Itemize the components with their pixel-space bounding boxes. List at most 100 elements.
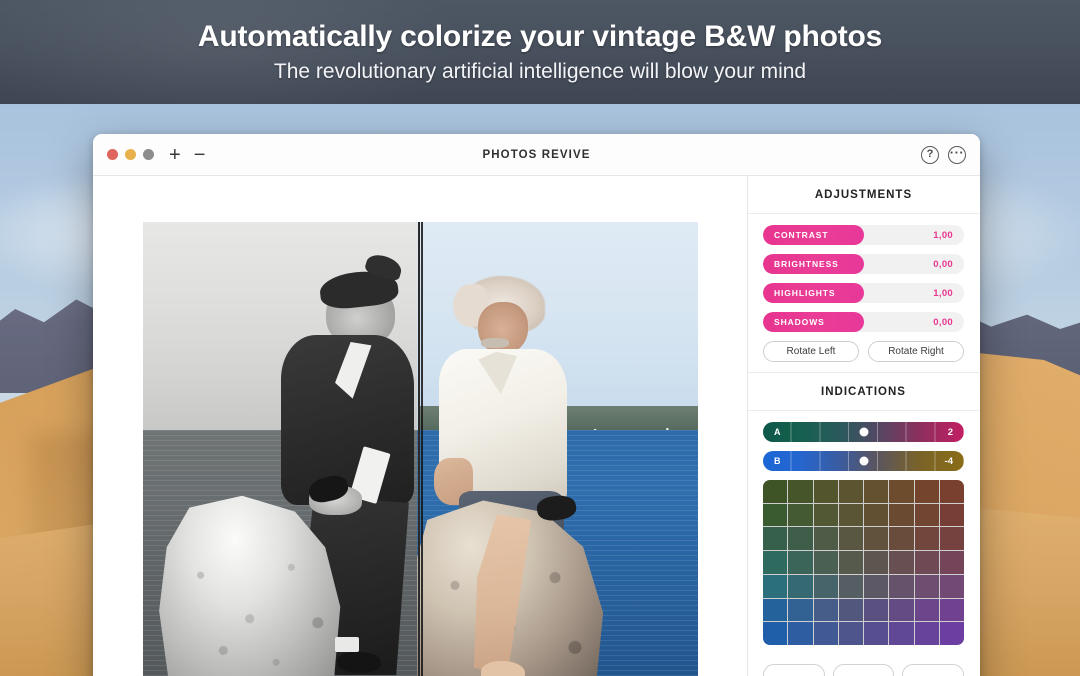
slider-shadows[interactable]: SHADOWS 0,00 [763, 312, 964, 332]
rotate-left-button[interactable]: Rotate Left [763, 341, 859, 362]
slider-brightness[interactable]: BRIGHTNESS 0,00 [763, 254, 964, 274]
panel-bottom-buttons [748, 655, 979, 676]
close-button[interactable] [107, 149, 118, 160]
photo-pole [417, 222, 421, 676]
promo-subtitle: The revolutionary artificial intelligenc… [273, 60, 807, 83]
action-2-button[interactable] [832, 664, 895, 676]
color-swatch[interactable] [864, 574, 889, 598]
color-swatch[interactable] [939, 480, 964, 503]
color-swatch[interactable] [864, 551, 889, 574]
color-swatch[interactable] [864, 480, 889, 503]
window-body: ADJUSTMENTS CONTRAST 1,00 BRIGHTNESS 0,0… [93, 176, 980, 676]
zoom-button[interactable] [143, 149, 154, 160]
slider-b[interactable]: B -4 [763, 451, 964, 471]
color-swatch[interactable] [914, 503, 939, 527]
color-swatch[interactable] [813, 527, 838, 551]
color-swatch[interactable] [889, 622, 914, 645]
minimize-button[interactable] [125, 149, 136, 160]
color-picker-grid[interactable] [763, 480, 964, 645]
color-swatch[interactable] [939, 503, 964, 527]
slider-a[interactable]: A 2 [763, 422, 964, 442]
color-swatch[interactable] [788, 598, 813, 622]
color-swatch[interactable] [838, 503, 863, 527]
color-swatch[interactable] [864, 503, 889, 527]
color-swatch[interactable] [788, 480, 813, 503]
indications-heading: INDICATIONS [748, 373, 979, 411]
color-swatch[interactable] [889, 503, 914, 527]
photo-canvas[interactable] [93, 176, 748, 676]
color-swatch[interactable] [939, 527, 964, 551]
color-swatch[interactable] [914, 622, 939, 645]
slider-label: BRIGHTNESS [774, 259, 839, 269]
slider-a-knob[interactable] [859, 427, 868, 437]
color-swatch[interactable] [939, 551, 964, 574]
color-swatch[interactable] [838, 598, 863, 622]
color-swatch[interactable] [889, 598, 914, 622]
color-swatch[interactable] [914, 574, 939, 598]
slider-value: 1,00 [933, 287, 953, 299]
color-swatch[interactable] [813, 503, 838, 527]
titlebar-tools: + − [169, 145, 205, 165]
zoom-in-icon[interactable]: + [169, 145, 181, 165]
more-icon[interactable]: ··· [948, 145, 966, 164]
color-swatch[interactable] [838, 527, 863, 551]
promo-banner: Automatically colorize your vintage B&W … [0, 0, 1080, 104]
color-swatch[interactable] [788, 622, 813, 645]
before-after-photo[interactable] [142, 222, 698, 676]
color-swatch[interactable] [788, 574, 813, 598]
color-swatch[interactable] [813, 574, 838, 598]
color-swatch[interactable] [813, 622, 838, 645]
slider-b-knob[interactable] [859, 456, 868, 466]
color-swatch[interactable] [864, 598, 889, 622]
color-swatch[interactable] [889, 551, 914, 574]
slider-b-label: B [774, 456, 781, 466]
color-swatch[interactable] [788, 503, 813, 527]
color-swatch[interactable] [813, 551, 838, 574]
color-swatch[interactable] [939, 598, 964, 622]
color-swatch[interactable] [763, 622, 788, 645]
compare-split-handle[interactable] [421, 222, 423, 676]
slider-a-label: A [774, 427, 781, 437]
indications-section: A 2 B -4 [748, 411, 979, 655]
color-swatch[interactable] [914, 527, 939, 551]
color-swatch[interactable] [889, 527, 914, 551]
slider-highlights[interactable]: HIGHLIGHTS 1,00 [763, 283, 964, 303]
color-swatch[interactable] [763, 598, 788, 622]
color-swatch[interactable] [763, 480, 788, 503]
photo-einstein-moustache [481, 337, 509, 348]
color-swatch[interactable] [838, 480, 863, 503]
action-3-button[interactable] [902, 664, 965, 676]
color-swatch[interactable] [889, 574, 914, 598]
color-swatch[interactable] [939, 574, 964, 598]
color-swatch[interactable] [864, 622, 889, 645]
color-swatch[interactable] [788, 527, 813, 551]
help-icon[interactable]: ? [921, 145, 939, 164]
color-swatch[interactable] [763, 503, 788, 527]
slider-a-value: 2 [947, 426, 953, 438]
window-titlebar: + − PHOTOS REVIVE ? ··· [93, 134, 980, 176]
action-1-button[interactable] [763, 664, 825, 676]
color-swatch[interactable] [763, 574, 788, 598]
color-swatch[interactable] [889, 480, 914, 503]
color-swatch[interactable] [813, 598, 838, 622]
zoom-out-icon[interactable]: − [194, 145, 206, 165]
color-swatch[interactable] [939, 622, 964, 645]
adjustments-heading: ADJUSTMENTS [748, 176, 979, 214]
color-swatch[interactable] [763, 551, 788, 574]
slider-contrast[interactable]: CONTRAST 1,00 [763, 225, 964, 245]
color-swatch[interactable] [763, 527, 788, 551]
color-swatch[interactable] [864, 527, 889, 551]
color-swatch[interactable] [914, 480, 939, 503]
photo-man-shoe-bw [336, 651, 382, 673]
color-swatch[interactable] [813, 480, 838, 503]
slider-label: CONTRAST [774, 230, 829, 240]
color-swatch[interactable] [838, 574, 863, 598]
color-swatch[interactable] [914, 551, 939, 574]
app-window: + − PHOTOS REVIVE ? ··· ADJUSTMENTS CONT… [93, 134, 980, 676]
titlebar-actions: ? ··· [921, 145, 966, 164]
color-swatch[interactable] [838, 551, 863, 574]
color-swatch[interactable] [914, 598, 939, 622]
rotate-right-button[interactable]: Rotate Right [868, 341, 964, 362]
color-swatch[interactable] [788, 551, 813, 574]
color-swatch[interactable] [838, 622, 863, 645]
